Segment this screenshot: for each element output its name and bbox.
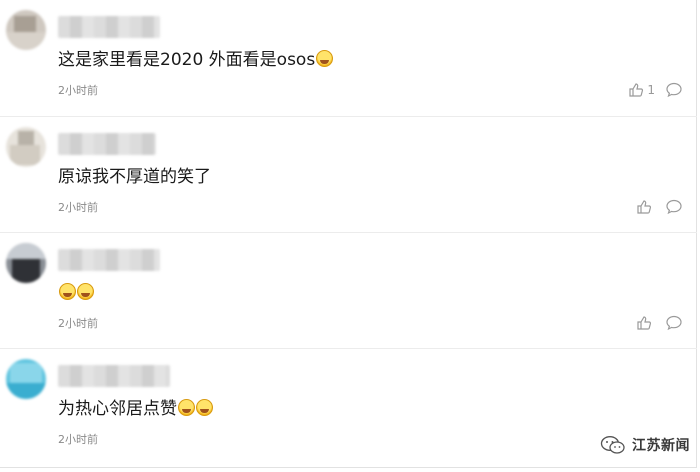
comment-time: 2小时前 xyxy=(58,433,98,446)
laughing-emoji xyxy=(316,50,334,67)
username-blurred[interactable] xyxy=(58,249,160,271)
laughing-emoji xyxy=(178,399,195,416)
comment-text: 原谅我不厚道的笑了 xyxy=(58,167,211,187)
comment-item: 原谅我不厚道的笑了 2小时前 xyxy=(0,116,697,232)
thumbs-up-icon xyxy=(637,200,652,214)
username-blurred[interactable] xyxy=(58,133,156,155)
comment-item: 这是家里看是2020 外面看是osos 2小时前 1 xyxy=(0,0,697,115)
thumbs-up-icon xyxy=(629,83,644,97)
thumbs-up-icon xyxy=(637,316,652,330)
comment-bubble-icon[interactable] xyxy=(665,81,683,99)
comment-text: 这是家里看是2020 外面看是osos xyxy=(58,48,334,72)
like-button[interactable] xyxy=(636,314,655,332)
wechat-logo-icon xyxy=(600,436,625,454)
avatar[interactable] xyxy=(6,243,46,283)
watermark-text: 江苏新闻 xyxy=(632,438,690,454)
comment-time: 2小时前 xyxy=(58,317,98,330)
like-button[interactable] xyxy=(636,198,655,216)
avatar[interactable] xyxy=(6,10,46,50)
like-button[interactable]: 1 xyxy=(628,81,655,99)
watermark: 江苏新闻 xyxy=(600,435,690,455)
comment-text: 为热心邻居点赞 xyxy=(58,397,213,421)
comment-time: 2小时前 xyxy=(58,201,98,214)
comment-item: 为热心邻居点赞 2小时前 xyxy=(0,348,697,464)
laughing-emoji xyxy=(59,283,76,300)
comment-item: 2小时前 xyxy=(0,232,697,348)
avatar[interactable] xyxy=(6,359,46,399)
username-blurred[interactable] xyxy=(58,365,170,387)
comment-time: 2小时前 xyxy=(58,84,98,97)
avatar[interactable] xyxy=(6,127,46,167)
comment-text xyxy=(58,281,94,305)
laughing-emoji xyxy=(196,399,213,416)
username-blurred[interactable] xyxy=(58,16,160,38)
like-count: 1 xyxy=(647,83,655,97)
comment-bubble-icon[interactable] xyxy=(665,314,683,332)
comment-bubble-icon[interactable] xyxy=(665,198,683,216)
laughing-emoji xyxy=(77,283,94,300)
comment-list: 这是家里看是2020 外面看是osos 2小时前 1 原谅我不厚道的笑了 2小时… xyxy=(0,0,697,468)
